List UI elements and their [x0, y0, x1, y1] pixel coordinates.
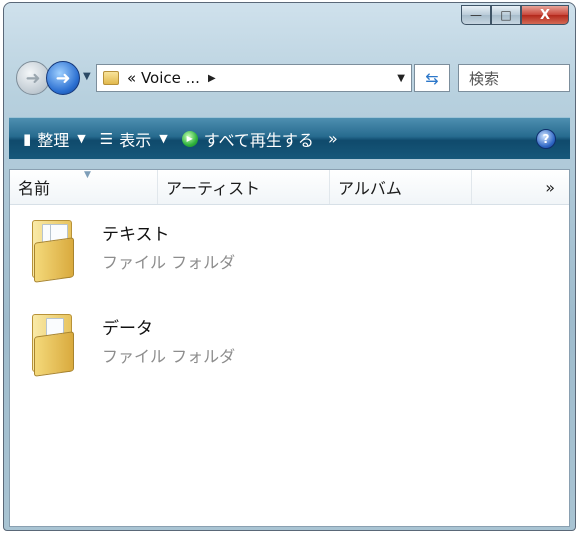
maximize-button[interactable]: □ — [491, 5, 521, 25]
minimize-button[interactable]: — — [461, 5, 491, 25]
folder-icon — [103, 71, 119, 85]
list-item[interactable]: テキスト ファイル フォルダ — [28, 214, 236, 283]
document-folder-icon — [28, 214, 88, 283]
column-album-label: アルバム — [338, 179, 402, 198]
address-dropdown-icon[interactable]: ▼ — [397, 73, 405, 84]
views-label: 表示 — [119, 130, 152, 150]
views-menu[interactable]: ☰ 表示 ▼ — [100, 127, 168, 151]
column-header-album[interactable]: アルバム — [330, 170, 472, 204]
play-all-label: すべて再生する — [203, 130, 314, 150]
toolbar-overflow-button[interactable]: » — [328, 129, 338, 148]
refresh-button[interactable]: ⇆ — [414, 64, 450, 92]
column-header-row: 名前 ▼ アーティスト アルバム » — [10, 170, 569, 205]
address-row: ➜ ➜ ▼ « Voice ... ▶ ▼ ⇆ 検索 — [16, 61, 570, 97]
column-header-more[interactable]: » — [472, 170, 569, 204]
chevron-down-icon: ▼ — [159, 132, 168, 145]
organize-menu[interactable]: ▮ 整理 ▼ — [23, 127, 86, 151]
caption-buttons: — □ X — [461, 5, 569, 25]
back-arrow-icon: ➜ — [25, 67, 41, 89]
forward-button[interactable]: ➜ — [46, 61, 80, 95]
explorer-window: — □ X ➜ ➜ ▼ « Voice ... ▶ ▼ ⇆ 検索 ▮ 整理 ▼ — [3, 2, 576, 531]
column-more-label: » — [545, 177, 555, 197]
close-button[interactable]: X — [521, 5, 569, 25]
breadcrumb-arrow-icon[interactable]: ▶ — [208, 73, 216, 84]
recent-pages-dropdown-icon[interactable]: ▼ — [83, 71, 91, 82]
item-type: ファイル フォルダ — [102, 253, 236, 272]
folder-icon — [28, 308, 88, 377]
play-all-button[interactable]: ▶ すべて再生する — [181, 127, 314, 151]
sort-indicator-icon: ▼ — [84, 170, 91, 180]
refresh-icon: ⇆ — [425, 68, 439, 88]
address-path[interactable]: « Voice ... — [127, 69, 200, 87]
organize-icon: ▮ — [23, 129, 32, 148]
play-icon: ▶ — [181, 130, 198, 147]
address-bar[interactable]: « Voice ... ▶ ▼ — [96, 64, 412, 92]
organize-label: 整理 — [37, 130, 70, 150]
column-name-label: 名前 — [18, 179, 51, 198]
help-icon: ? — [542, 131, 550, 146]
overflow-label: » — [327, 129, 338, 148]
item-type: ファイル フォルダ — [102, 347, 236, 366]
command-bar: ▮ 整理 ▼ ☰ 表示 ▼ ▶ すべて再生する » ? — [9, 117, 570, 159]
search-input[interactable]: 検索 — [458, 64, 570, 92]
item-name: テキスト — [102, 225, 170, 245]
column-header-name[interactable]: 名前 ▼ — [10, 170, 158, 204]
back-button[interactable]: ➜ — [16, 61, 50, 95]
item-list: テキスト ファイル フォルダ データ ファイル フォルダ — [10, 204, 569, 526]
file-list-pane: 名前 ▼ アーティスト アルバム » テキスト ファイル フォルダ データ ファ… — [9, 169, 570, 527]
search-placeholder: 検索 — [469, 69, 500, 88]
forward-arrow-icon: ➜ — [55, 67, 71, 89]
list-item[interactable]: データ ファイル フォルダ — [28, 308, 236, 377]
views-icon: ☰ — [99, 129, 114, 148]
column-artist-label: アーティスト — [166, 179, 261, 198]
item-name: データ — [102, 319, 153, 339]
column-header-artist[interactable]: アーティスト — [158, 170, 330, 204]
help-button[interactable]: ? — [536, 128, 556, 149]
chevron-down-icon: ▼ — [77, 132, 86, 145]
